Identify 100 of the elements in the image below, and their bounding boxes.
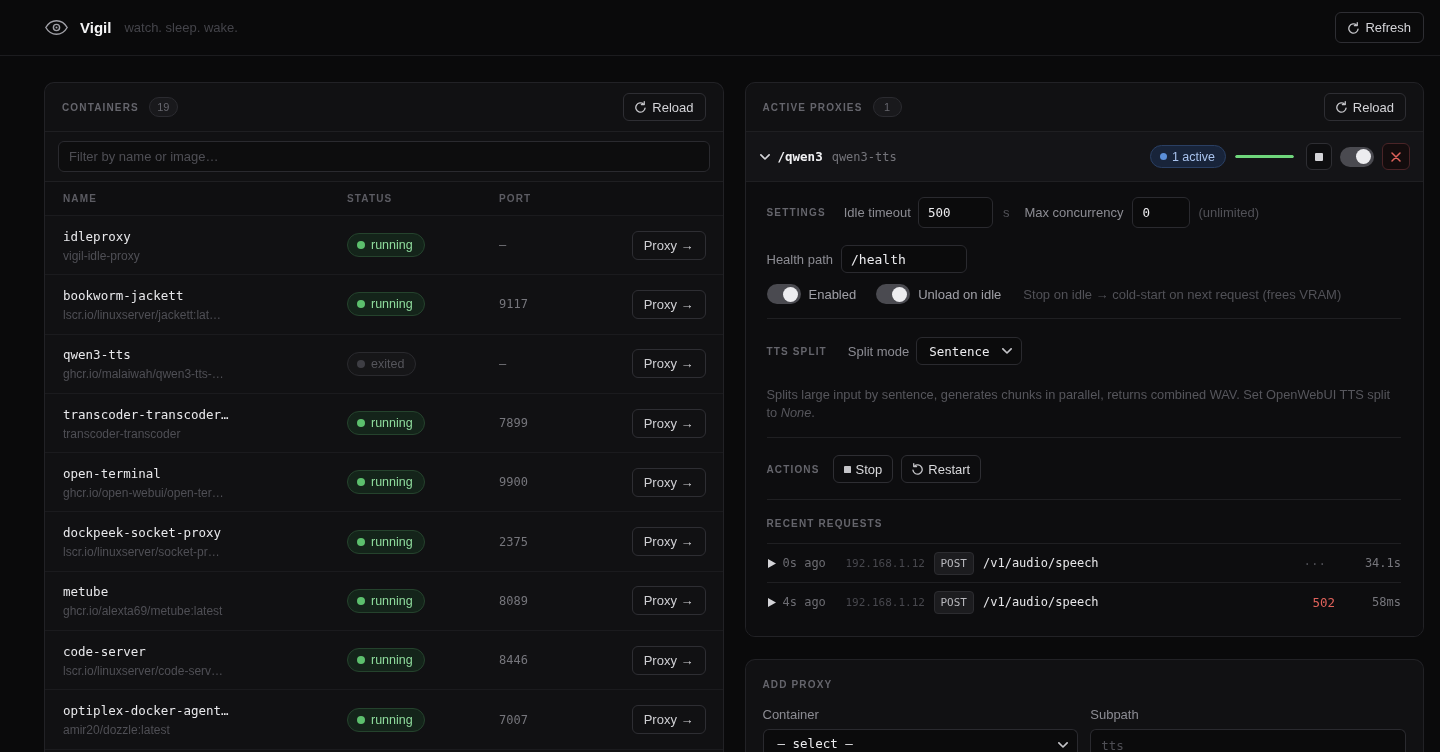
section-label: SETTINGS	[766, 207, 826, 218]
request-age: 0s ago	[782, 556, 827, 570]
section-label: TTS SPLIT	[766, 345, 827, 357]
proxy-path: /qwen3	[777, 149, 823, 164]
response-status: ···	[1303, 555, 1326, 571]
stop-button[interactable]: Stop	[832, 455, 894, 483]
image-name: lscr.io/linuxserver/code-serv…	[63, 663, 224, 678]
active-count: 1 active	[1171, 149, 1215, 164]
count-badge: 1	[872, 97, 902, 117]
container-name: idleproxy	[63, 228, 131, 244]
status-text: exited	[371, 356, 405, 371]
health-path-field[interactable]: /health	[841, 245, 967, 273]
stop-button[interactable]	[1306, 143, 1332, 170]
reload-button[interactable]: Reload	[623, 93, 706, 121]
image-name: ghcr.io/alexta69/metube:latest	[63, 604, 223, 619]
section-label: RECENT REQUESTS	[766, 517, 884, 531]
idle-timeout-field[interactable]: 500	[917, 197, 993, 228]
stop-icon	[1315, 152, 1323, 161]
description-text: Splits large input by sentence, generates chunks in parallel, returns combined WAV. Set OpenWebUI TTS split to None.	[766, 386, 1392, 422]
toggle-switch[interactable]	[876, 284, 911, 304]
container-name: code-server	[63, 643, 146, 659]
port-number: 8089	[499, 593, 528, 608]
container-name: bookworm-jackett	[63, 287, 184, 303]
container-name: transcoder-transcoder…	[63, 406, 229, 422]
restart-icon	[912, 463, 924, 475]
field-label: Health path	[766, 251, 833, 267]
proxy-button[interactable]: Proxy →	[631, 527, 706, 557]
caret-right-icon[interactable]	[767, 597, 776, 607]
section-title: ACTIVE PROXIES	[762, 101, 863, 113]
column-header: PORT	[499, 193, 532, 204]
app-tagline: watch. sleep. wake.	[124, 20, 238, 35]
client-ip: 192.168.1.12	[845, 556, 926, 570]
status-text: running	[371, 712, 413, 727]
column-header: NAME	[63, 193, 98, 204]
port-number: 9117	[499, 297, 528, 312]
status-dot-icon	[357, 596, 365, 605]
image-name: transcoder-transcoder	[63, 426, 181, 441]
container-name: optiplex-docker-agent…	[63, 703, 229, 718]
proxy-button[interactable]: Proxy →	[631, 705, 706, 734]
proxy-button[interactable]: Proxy →	[631, 230, 706, 260]
proxy-button[interactable]: Proxy →	[631, 289, 706, 319]
container-name: dockpeek-socket-proxy	[63, 525, 222, 541]
image-name: ghcr.io/open-webui/open-ter…	[63, 485, 224, 500]
status-dot-icon	[357, 359, 365, 368]
max-concurrency-field[interactable]: 0	[1132, 197, 1191, 228]
container-name: qwen3-tts	[63, 347, 131, 363]
stop-icon	[843, 465, 851, 473]
delete-button[interactable]	[1382, 143, 1410, 170]
port-number: —	[499, 356, 507, 371]
status-dot-icon	[357, 656, 365, 665]
toggle-switch[interactable]	[1340, 146, 1374, 167]
filter-field[interactable]: Filter by name or image…	[58, 141, 710, 172]
status-text: running	[371, 297, 413, 312]
restart-button[interactable]: Restart	[901, 455, 982, 483]
container-name: metube	[63, 584, 109, 600]
column-header: STATUS	[347, 193, 393, 204]
count-badge: 19	[148, 97, 178, 117]
field-label: Max concurrency	[1024, 205, 1124, 220]
status-dot-icon	[357, 241, 365, 250]
port-number: 8446	[499, 653, 528, 668]
proxy-button[interactable]: Proxy →	[631, 349, 706, 379]
subpath-field[interactable]: tts	[1090, 729, 1406, 752]
method-badge: POST	[933, 590, 974, 614]
refresh-button[interactable]: Refresh	[1335, 12, 1424, 43]
field-label: Split mode	[847, 343, 910, 359]
status-text: running	[371, 475, 413, 490]
proxy-button[interactable]: Proxy →	[631, 408, 706, 438]
proxy-button[interactable]: Proxy →	[631, 467, 706, 497]
status-dot-icon	[357, 419, 365, 428]
section-label: ACTIONS	[766, 463, 820, 475]
split-mode-select[interactable]: Sentence	[916, 337, 1023, 365]
request-age: 4s ago	[782, 595, 827, 609]
status-dot-icon	[357, 537, 365, 546]
caret-right-icon[interactable]	[767, 558, 776, 568]
image-name: ghcr.io/malaiwah/qwen3-tts-…	[63, 367, 224, 382]
refresh-icon	[1335, 101, 1347, 113]
chevron-down-icon[interactable]	[759, 153, 770, 160]
toggle-note: Stop on idle → cold-start on next request (frees VRAM)	[1023, 286, 1342, 302]
proxy-container: qwen3-tts	[831, 149, 897, 164]
status-dot-icon	[357, 715, 365, 724]
image-name: amir20/dozzle:latest	[63, 723, 170, 737]
container-name: open-terminal	[63, 465, 161, 481]
proxy-button[interactable]: Proxy →	[631, 586, 706, 616]
field-label: Idle timeout	[843, 205, 911, 220]
port-number: 7899	[499, 416, 528, 431]
unit-label: s	[1002, 205, 1010, 220]
image-name: lscr.io/linuxserver/jackett:lat…	[63, 307, 222, 322]
reload-button[interactable]: Reload	[1323, 93, 1406, 121]
toggle-switch[interactable]	[766, 284, 801, 304]
app-title: Vigil	[80, 19, 112, 36]
request-duration: 58ms	[1372, 595, 1401, 609]
proxy-button[interactable]: Proxy →	[631, 645, 706, 675]
status-text: running	[371, 416, 413, 431]
method-badge: POST	[933, 551, 974, 575]
port-number: 9900	[499, 475, 528, 490]
status-text: running	[371, 534, 413, 549]
client-ip: 192.168.1.12	[845, 595, 926, 609]
container-select[interactable]: — select —	[762, 729, 1079, 752]
image-name: lscr.io/linuxserver/socket-pr…	[63, 545, 220, 560]
eye-icon	[45, 20, 68, 35]
